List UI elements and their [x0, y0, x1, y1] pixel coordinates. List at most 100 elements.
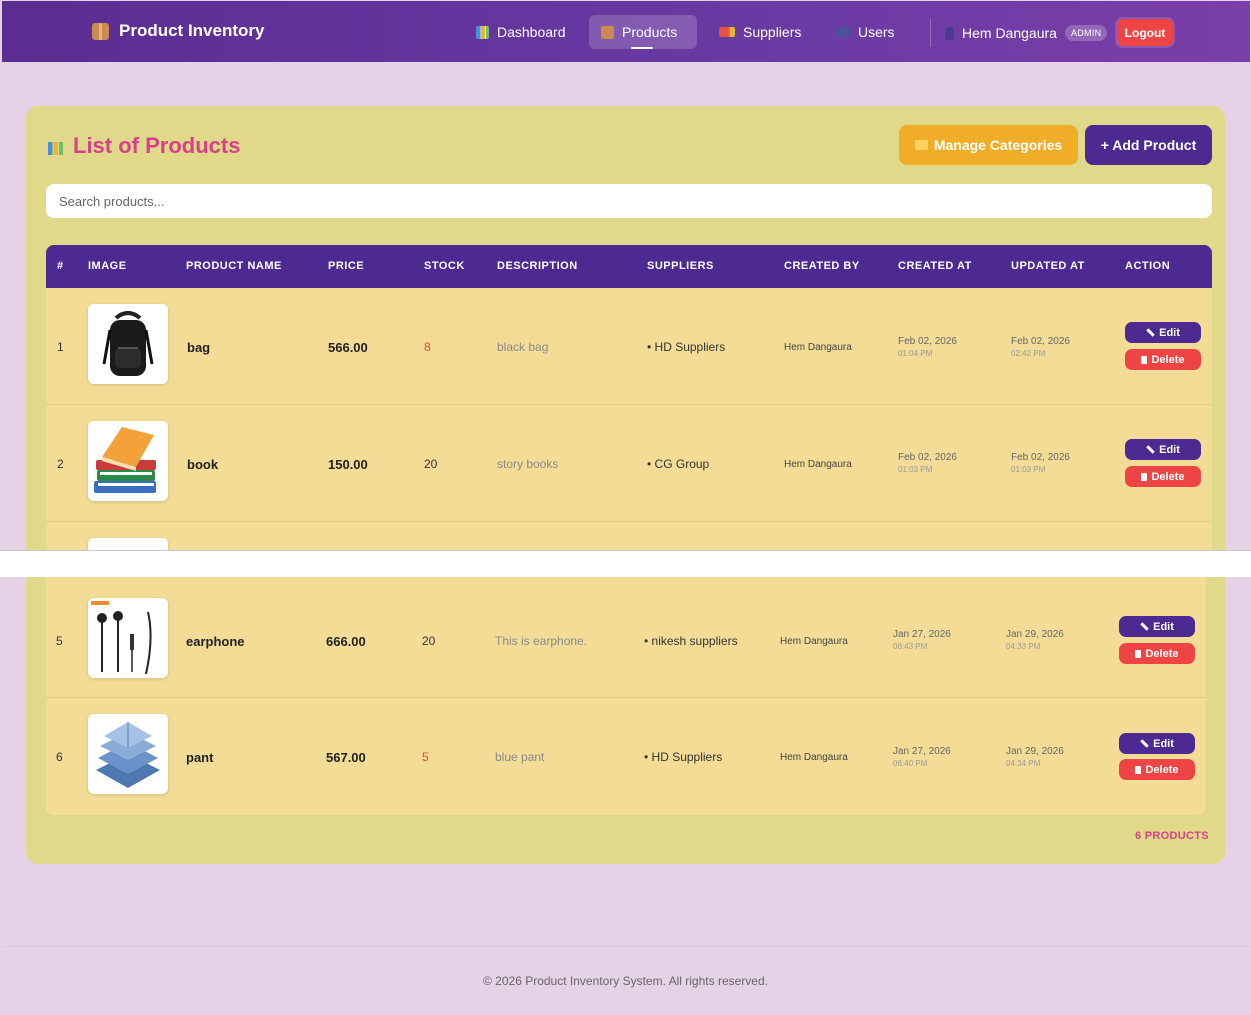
footer-copyright: © 2026 Product Inventory System. All rig…	[483, 974, 768, 988]
product-supplier: • HD Suppliers	[647, 340, 726, 354]
product-description: This is earphone.	[495, 634, 588, 648]
created-time: 06:40 PM	[893, 759, 928, 768]
updated-time: 01:03 PM	[1011, 465, 1046, 474]
updated-date: Jan 29, 2026	[1006, 746, 1064, 757]
product-stock: 5	[422, 750, 429, 764]
created-date: Feb 02, 2026	[898, 452, 957, 463]
brand[interactable]: Product Inventory	[92, 21, 264, 41]
trash-icon	[1141, 472, 1148, 481]
row-divider	[46, 404, 1212, 405]
product-price: 666.00	[326, 634, 366, 649]
manage-categories-button[interactable]: Manage Categories	[899, 125, 1078, 165]
pencil-icon	[1146, 445, 1155, 454]
pencil-icon	[1140, 622, 1149, 631]
row-number: 5	[56, 634, 63, 648]
nav-users-label: Users	[858, 24, 895, 40]
edit-label: Edit	[1153, 620, 1174, 633]
updated-at: Feb 02, 2026 02:42 PM	[1011, 336, 1070, 358]
product-image[interactable]	[88, 421, 168, 501]
created-by: Hem Dangaura	[780, 752, 848, 763]
updated-time: 02:42 PM	[1011, 349, 1046, 358]
add-product-button[interactable]: + Add Product	[1085, 125, 1212, 165]
th-description: DESCRIPTION	[497, 260, 578, 272]
product-supplier: • CG Group	[647, 457, 710, 471]
product-image[interactable]	[88, 714, 168, 794]
product-stock: 20	[424, 457, 438, 471]
edit-button[interactable]: Edit	[1125, 439, 1201, 460]
updated-date: Jan 29, 2026	[1006, 629, 1064, 640]
created-date: Feb 02, 2026	[898, 336, 957, 347]
product-image[interactable]	[88, 598, 168, 678]
delete-button[interactable]: Delete	[1125, 466, 1201, 487]
created-date: Jan 27, 2026	[893, 629, 951, 640]
created-at: Feb 02, 2026 01:03 PM	[898, 452, 957, 474]
nav-products-label: Products	[622, 24, 678, 40]
chart-icon	[48, 141, 63, 155]
search-input[interactable]	[46, 184, 1212, 218]
row-divider	[46, 521, 1212, 522]
pencil-icon	[1146, 328, 1155, 337]
th-suppliers: SUPPLIERS	[647, 260, 714, 272]
nav-suppliers-label: Suppliers	[743, 24, 802, 40]
delete-label: Delete	[1145, 647, 1179, 660]
product-stock: 20	[422, 634, 436, 648]
earphone-icon	[91, 601, 152, 675]
row-divider	[46, 697, 1206, 698]
updated-time: 04:33 PM	[1006, 642, 1041, 651]
table-header: # IMAGE PRODUCT NAME PRICE STOCK DESCRIP…	[46, 245, 1212, 288]
product-image[interactable]	[88, 304, 168, 384]
th-updated-at: UPDATED AT	[1011, 260, 1085, 272]
created-at: Jan 27, 2026 06:40 PM	[893, 746, 951, 768]
delete-button[interactable]: Delete	[1125, 349, 1201, 370]
edit-button[interactable]: Edit	[1119, 733, 1195, 754]
nav-suppliers[interactable]: Suppliers	[707, 15, 813, 49]
nav-dashboard[interactable]: Dashboard	[464, 15, 578, 49]
table-body-bottom	[46, 577, 1206, 815]
updated-date: Feb 02, 2026	[1011, 336, 1070, 347]
row-number: 6	[56, 750, 63, 764]
nav-users[interactable]: Users	[824, 15, 907, 49]
updated-time: 04:34 PM	[1006, 759, 1041, 768]
th-action: ACTION	[1125, 260, 1171, 272]
created-by: Hem Dangaura	[780, 636, 848, 647]
th-stock: STOCK	[424, 260, 465, 272]
th-image: IMAGE	[88, 260, 127, 272]
th-price: PRICE	[328, 260, 365, 272]
product-name: earphone	[186, 634, 245, 649]
nav-products[interactable]: Products	[589, 15, 697, 49]
delete-button[interactable]: Delete	[1119, 759, 1195, 780]
backpack-icon	[102, 311, 154, 376]
product-count: 6 PRODUCTS	[1135, 830, 1209, 842]
package-icon	[92, 22, 109, 40]
delete-label: Delete	[1151, 353, 1185, 366]
top-navbar: Product Inventory Dashboard Products Sup…	[2, 1, 1250, 62]
product-name: bag	[187, 340, 211, 355]
edit-button[interactable]: Edit	[1119, 616, 1195, 637]
product-price: 150.00	[328, 457, 368, 472]
edit-label: Edit	[1159, 443, 1180, 456]
created-time: 01:03 PM	[898, 465, 933, 474]
edit-button[interactable]: Edit	[1125, 322, 1201, 343]
trash-icon	[1135, 649, 1142, 658]
row-number: 2	[57, 457, 64, 471]
th-number: #	[57, 260, 64, 272]
user-name: Hem Dangaura	[962, 25, 1057, 41]
bar-chart-icon	[476, 25, 489, 39]
books-icon	[94, 427, 156, 493]
product-image[interactable]	[88, 538, 168, 550]
created-time: 06:43 PM	[893, 642, 928, 651]
product-price: 567.00	[326, 750, 366, 765]
row-number: 1	[57, 340, 64, 354]
created-by: Hem Dangaura	[784, 459, 852, 470]
trash-icon	[1135, 765, 1142, 774]
logout-button[interactable]: Logout	[1117, 19, 1173, 46]
footer-divider	[2, 946, 1250, 947]
created-by: Hem Dangaura	[784, 342, 852, 353]
created-at: Feb 02, 2026 01:04 PM	[898, 336, 957, 358]
product-supplier: • nikesh suppliers	[644, 634, 738, 648]
brand-name: Product Inventory	[119, 21, 265, 40]
user-info: Hem Dangaura ADMIN	[930, 19, 1108, 47]
delete-button[interactable]: Delete	[1119, 643, 1195, 664]
created-date: Jan 27, 2026	[893, 746, 951, 757]
package-icon	[601, 25, 614, 39]
